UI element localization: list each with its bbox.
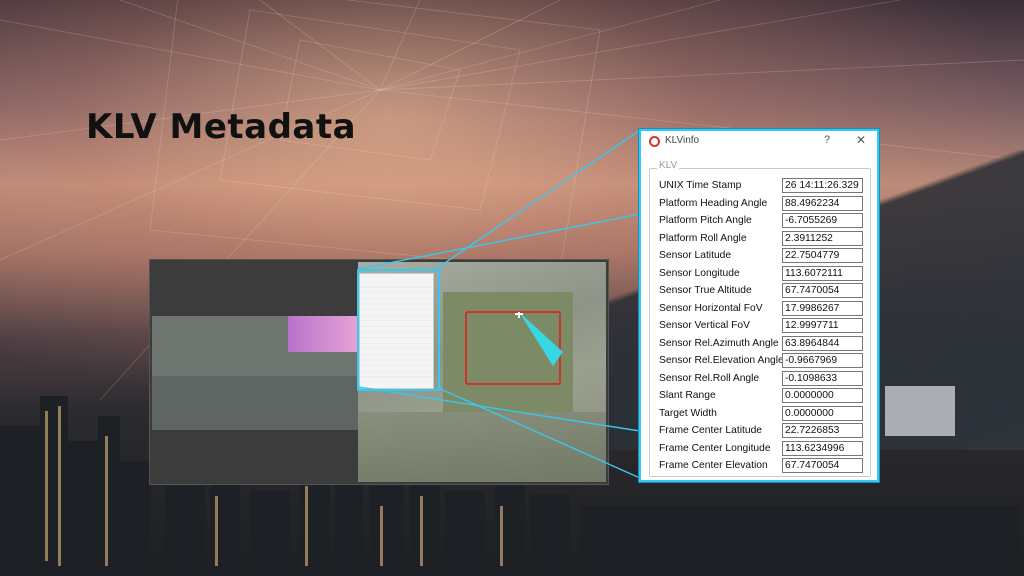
klv-field-value[interactable]: 63.8964844 [782, 335, 863, 351]
klv-field-row: Slant Range 0.0000000 [641, 388, 877, 405]
klv-field-row: Platform Heading Angle 88.4962234 [641, 195, 877, 213]
klv-field-label: Frame Center Latitude [659, 425, 763, 436]
klv-field-label: Sensor Horizontal FoV [659, 302, 763, 314]
klv-field-value[interactable]: 67.7470054 [782, 283, 863, 298]
klv-field-value[interactable]: 26 14:11:26.329 [782, 178, 863, 193]
klv-field-label: Sensor Vertical FoV [659, 320, 750, 331]
klv-field-row: Platform Roll Angle 2.3911252 [641, 230, 877, 248]
klv-field-label: Target Width [659, 407, 717, 419]
klv-field-row: Frame Center Latitude 22.7226853 [641, 423, 877, 440]
klv-field-row: Sensor Latitude 22.7504779 [641, 248, 877, 265]
klv-field-label: Sensor Longitude [659, 267, 740, 279]
klv-field-value[interactable]: 88.4962234 [782, 195, 863, 211]
klv-field-row: Sensor Vertical FoV 12.9997711 [641, 318, 877, 335]
klv-group-label: KLV [657, 160, 680, 171]
klv-field-label: Sensor Rel.Azimuth Angle [659, 337, 779, 349]
klv-field-row: Platform Pitch Angle -6.7055269 [641, 213, 877, 230]
klv-field-row: Target Width 0.0000000 [641, 405, 877, 423]
klv-field-label: Platform Roll Angle [659, 232, 747, 244]
klv-field-row: Sensor True Altitude 67.7470054 [641, 283, 877, 300]
klv-field-value[interactable]: -0.9667969 [782, 353, 863, 368]
klv-field-value[interactable]: -0.1098633 [782, 370, 863, 386]
klv-field-value[interactable]: 113.6072111 [782, 265, 863, 281]
klv-field-label: Slant Range [659, 390, 716, 401]
klv-field-value[interactable]: 0.0000000 [782, 388, 863, 403]
klv-field-label: Frame Center Longitude [659, 442, 771, 454]
klv-field-label: UNIX Time Stamp [659, 180, 742, 191]
klv-field-row: Sensor Rel.Roll Angle -0.1098633 [641, 370, 877, 388]
klv-field-row: Sensor Horizontal FoV 17.9986267 [641, 300, 877, 318]
klv-field-label: Platform Pitch Angle [659, 215, 752, 226]
klv-field-value[interactable]: 67.7470054 [782, 458, 863, 473]
klv-field-row: UNIX Time Stamp 26 14:11:26.329 [641, 178, 877, 195]
window-titlebar: KLVinfo ? ✕ [641, 131, 877, 153]
klv-field-label: Sensor True Altitude [659, 285, 752, 296]
klv-info-window: KLVinfo ? ✕ KLV UNIX Time Stamp 26 14:11:… [639, 129, 879, 482]
klv-field-label: Frame Center Elevation [659, 460, 768, 471]
klv-field-value[interactable]: 0.0000000 [782, 405, 863, 421]
klv-field-value[interactable]: 17.9986267 [782, 300, 863, 316]
klv-field-label: Sensor Rel.Elevation Angle [659, 355, 784, 366]
klv-field-label: Sensor Latitude [659, 250, 732, 261]
klv-field-value[interactable]: 113.6234996 [782, 440, 863, 456]
close-button[interactable]: ✕ [856, 133, 866, 147]
klv-field-row: Frame Center Elevation 67.7470054 [641, 458, 877, 475]
window-title: KLVinfo [665, 135, 700, 146]
klv-field-row: Sensor Longitude 113.6072111 [641, 265, 877, 283]
klv-field-value[interactable]: -6.7055269 [782, 213, 863, 228]
klv-field-row: Frame Center Longitude 113.6234996 [641, 440, 877, 458]
klv-field-value[interactable]: 22.7504779 [782, 248, 863, 263]
help-button[interactable]: ? [824, 134, 830, 146]
klv-field-row: Sensor Rel.Azimuth Angle 63.8964844 [641, 335, 877, 353]
klv-field-value[interactable]: 12.9997711 [782, 318, 863, 333]
klv-field-row: Sensor Rel.Elevation Angle -0.9667969 [641, 353, 877, 370]
app-logo-icon [649, 136, 660, 147]
klv-field-label: Sensor Rel.Roll Angle [659, 372, 760, 384]
klv-field-value[interactable]: 22.7226853 [782, 423, 863, 438]
klv-field-value[interactable]: 2.3911252 [782, 230, 863, 246]
klv-field-label: Platform Heading Angle [659, 197, 768, 209]
